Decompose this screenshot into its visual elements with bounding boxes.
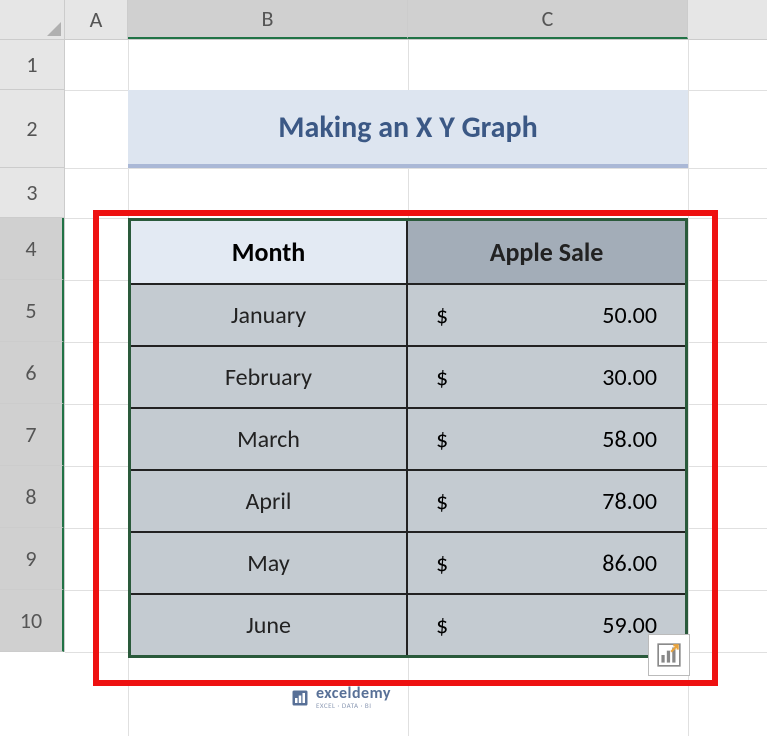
quick-analysis-icon	[656, 642, 682, 668]
table-row: June $59.00	[131, 593, 685, 655]
header-month[interactable]: Month	[131, 221, 408, 283]
row-header-3[interactable]: 3	[0, 168, 64, 218]
watermark-sub: EXCEL · DATA · BI	[316, 702, 391, 709]
column-header-c[interactable]: C	[408, 0, 688, 39]
row-header-9[interactable]: 9	[0, 528, 64, 590]
title-cell[interactable]: Making an X Y Graph	[128, 90, 688, 168]
cell-sale[interactable]: $30.00	[408, 347, 685, 407]
title-text: Making an X Y Graph	[278, 109, 537, 146]
table-row: May $86.00	[131, 531, 685, 593]
table-row: January $50.00	[131, 283, 685, 345]
cell-month[interactable]: March	[131, 409, 408, 469]
row-header-5[interactable]: 5	[0, 280, 64, 342]
row-header-2[interactable]: 2	[0, 90, 64, 168]
cell-month[interactable]: January	[131, 285, 408, 345]
column-header-a[interactable]: A	[65, 0, 128, 39]
row-headers: 1 2 3 4 5 6 7 8 9 10	[0, 40, 65, 652]
cell-sale[interactable]: $50.00	[408, 285, 685, 345]
row-header-6[interactable]: 6	[0, 342, 64, 404]
row-header-10[interactable]: 10	[0, 590, 64, 652]
row-header-7[interactable]: 7	[0, 404, 64, 466]
spreadsheet: A B C 1 2 3 4 5 6 7 8 9 10	[0, 0, 767, 736]
select-all-triangle-icon	[47, 22, 61, 36]
quick-analysis-button[interactable]	[648, 634, 690, 676]
cell-sale[interactable]: $58.00	[408, 409, 685, 469]
cell-month[interactable]: June	[131, 595, 408, 655]
row-header-1[interactable]: 1	[0, 40, 64, 90]
watermark: exceldemy EXCEL · DATA · BI	[290, 686, 391, 709]
select-all-corner[interactable]	[0, 0, 65, 40]
column-headers: A B C	[65, 0, 767, 40]
data-table: Month Apple Sale January $50.00 February…	[128, 218, 688, 658]
column-header-b[interactable]: B	[128, 0, 408, 39]
header-sale[interactable]: Apple Sale	[408, 221, 685, 283]
row-header-4[interactable]: 4	[0, 218, 64, 280]
watermark-main: exceldemy	[316, 686, 391, 702]
cell-sale[interactable]: $86.00	[408, 533, 685, 593]
table-row: February $30.00	[131, 345, 685, 407]
cell-month[interactable]: April	[131, 471, 408, 531]
cell-month[interactable]: February	[131, 347, 408, 407]
exceldemy-logo-icon	[290, 688, 310, 708]
cell-month[interactable]: May	[131, 533, 408, 593]
table-row: April $78.00	[131, 469, 685, 531]
grid-area[interactable]: Making an X Y Graph Month Apple Sale Jan…	[65, 40, 767, 736]
table-row: March $58.00	[131, 407, 685, 469]
cell-sale[interactable]: $59.00	[408, 595, 685, 655]
table-header-row: Month Apple Sale	[131, 221, 685, 283]
row-header-8[interactable]: 8	[0, 466, 64, 528]
cell-sale[interactable]: $78.00	[408, 471, 685, 531]
